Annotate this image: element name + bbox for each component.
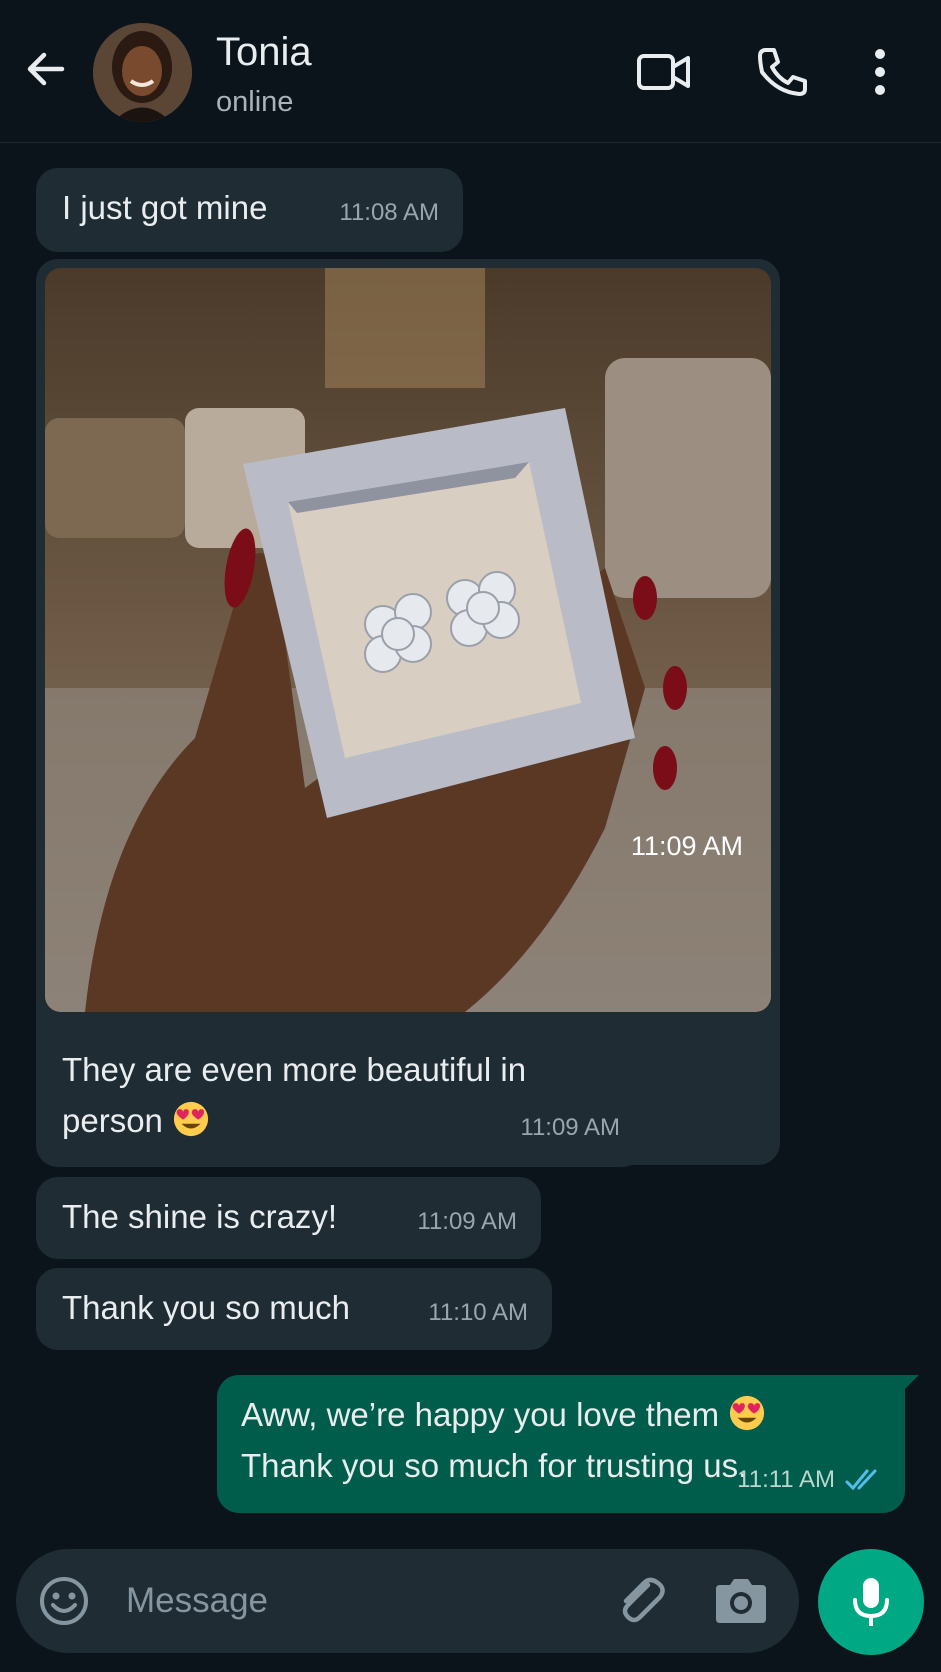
bubble-tail bbox=[897, 1375, 919, 1397]
message-list[interactable]: I just got mine 11:08 AM 11:09 AM They a… bbox=[0, 144, 941, 1544]
video-call-button[interactable] bbox=[634, 42, 694, 102]
contact-name[interactable]: Tonia bbox=[216, 30, 312, 75]
back-button[interactable] bbox=[20, 44, 70, 94]
contact-status: online bbox=[216, 86, 294, 118]
heart-eyes-emoji-icon bbox=[173, 1101, 209, 1137]
read-receipt-icon bbox=[845, 1469, 877, 1490]
voice-call-button[interactable] bbox=[752, 42, 812, 102]
earrings-photo[interactable]: 11:09 AM bbox=[45, 268, 771, 1012]
camera-icon bbox=[716, 1579, 766, 1623]
message-text: They are even more beautiful in person bbox=[62, 1044, 582, 1146]
message-input[interactable] bbox=[126, 1569, 586, 1633]
voice-message-button[interactable] bbox=[818, 1549, 924, 1655]
message-text-line: They are even more beautiful in bbox=[62, 1051, 527, 1088]
contact-avatar-image bbox=[93, 23, 192, 122]
message-incoming[interactable]: Thank you so much 11:10 AM bbox=[36, 1268, 552, 1350]
message-text-line: person bbox=[62, 1102, 163, 1139]
video-call-icon bbox=[637, 54, 690, 90]
heart-eyes-emoji-icon bbox=[730, 1395, 765, 1431]
message-meta: 11:11 AM bbox=[737, 1454, 883, 1505]
photo-earrings-in-box bbox=[45, 268, 771, 1012]
avatar[interactable] bbox=[93, 23, 192, 122]
microphone-icon bbox=[853, 1578, 889, 1626]
message-time: 11:09 AM bbox=[630, 831, 743, 861]
composer bbox=[16, 1549, 799, 1653]
attach-button[interactable] bbox=[610, 1571, 670, 1631]
attach-icon bbox=[622, 1577, 665, 1623]
phone-icon bbox=[758, 48, 807, 96]
message-text: Thank you so much bbox=[62, 1289, 350, 1326]
message-time: 11:11 AM bbox=[737, 1466, 835, 1493]
message-outgoing[interactable]: Aww, we’re happy you love them Thank you… bbox=[217, 1375, 919, 1513]
message-incoming[interactable]: I just got mine 11:08 AM bbox=[36, 168, 463, 252]
message-time: 11:10 AM bbox=[428, 1299, 528, 1326]
message-time: 11:09 AM bbox=[520, 1114, 620, 1141]
message-incoming[interactable]: The shine is crazy! 11:09 AM bbox=[36, 1177, 541, 1259]
message-text: The shine is crazy! bbox=[62, 1198, 338, 1235]
message-incoming[interactable]: They are even more beautiful in person 1… bbox=[36, 1030, 644, 1167]
emoji-button[interactable] bbox=[38, 1575, 90, 1627]
chat-header: Tonia online bbox=[0, 0, 941, 143]
message-text-line: Aww, we’re happy you love them bbox=[241, 1396, 720, 1433]
message-time: 11:09 AM bbox=[417, 1208, 517, 1235]
message-time: 11:08 AM bbox=[339, 199, 439, 226]
emoji-icon bbox=[40, 1577, 88, 1625]
chat-screen: Tonia online I just got mine 11:08 AM 11… bbox=[0, 0, 941, 1672]
message-text-line: Thank you so much for trusting us. bbox=[241, 1447, 748, 1484]
camera-button[interactable] bbox=[712, 1573, 770, 1629]
back-arrow-icon bbox=[27, 52, 65, 86]
more-vertical-icon bbox=[875, 49, 885, 95]
more-options-button[interactable] bbox=[850, 42, 910, 102]
message-text: I just got mine bbox=[62, 189, 268, 226]
